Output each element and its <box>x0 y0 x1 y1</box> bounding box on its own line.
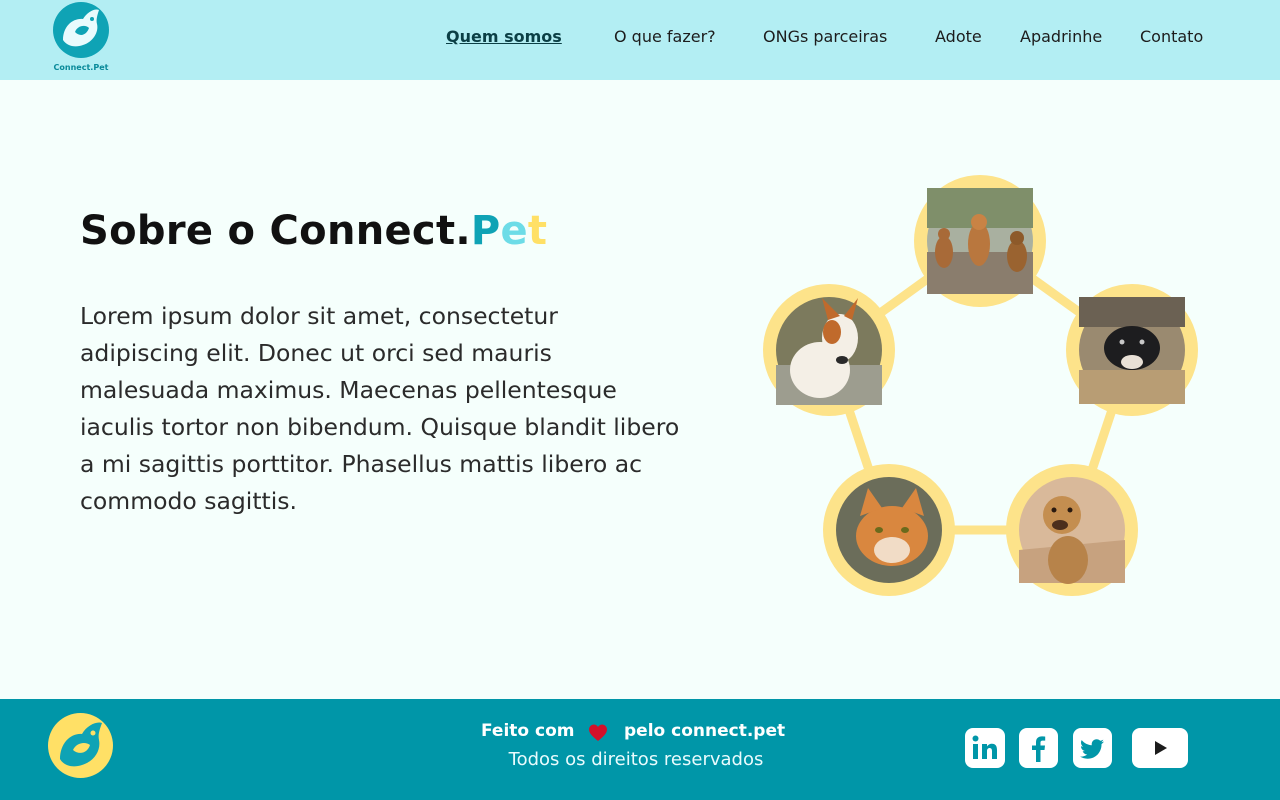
about-text: Lorem ipsum dolor sit amet, consectetur … <box>80 302 680 515</box>
connect-pet-logo[interactable]: Connect.Pet <box>46 2 116 78</box>
title-letter-p: P <box>470 208 501 254</box>
nav-contato[interactable]: Contato <box>1140 27 1203 46</box>
nav-ongs-parceiras[interactable]: ONGs parceiras <box>763 27 887 46</box>
facebook-icon[interactable] <box>1019 728 1058 768</box>
twitter-icon[interactable] <box>1073 728 1112 768</box>
nav-adote[interactable]: Adote <box>935 27 982 46</box>
linkedin-icon[interactable] <box>965 728 1005 768</box>
made-with-label: Feito com <box>481 721 575 741</box>
nav-o-que-fazer[interactable]: O que fazer? <box>614 27 716 46</box>
pet-photo-pentagon <box>760 170 1200 600</box>
black-dog-photo <box>1066 284 1198 416</box>
brown-dog-photo <box>1006 464 1138 596</box>
title-letter-t: t <box>527 208 548 254</box>
title-prefix: Sobre o Connect. <box>80 208 471 254</box>
logo-caption: Connect.Pet <box>53 63 109 72</box>
heart-icon <box>589 724 607 741</box>
page-title: Sobre o Connect.Pet <box>80 208 547 254</box>
nav-quem-somos[interactable]: Quem somos <box>446 27 562 46</box>
three-dogs-photo <box>914 175 1046 307</box>
site-header: Connect.Pet Quem somos O que fazer? ONGs… <box>0 0 1280 80</box>
logo-pet-icon <box>53 2 109 58</box>
orange-cat-photo <box>823 464 955 596</box>
title-letter-e: e <box>500 208 528 254</box>
made-by-label: pelo connect.pet <box>624 721 786 741</box>
white-dog-photo <box>763 284 895 416</box>
site-footer: Feito com pelo connect.pet Todos os dire… <box>0 699 1280 800</box>
youtube-icon[interactable] <box>1132 728 1188 768</box>
nav-apadrinhe[interactable]: Apadrinhe <box>1020 27 1102 46</box>
